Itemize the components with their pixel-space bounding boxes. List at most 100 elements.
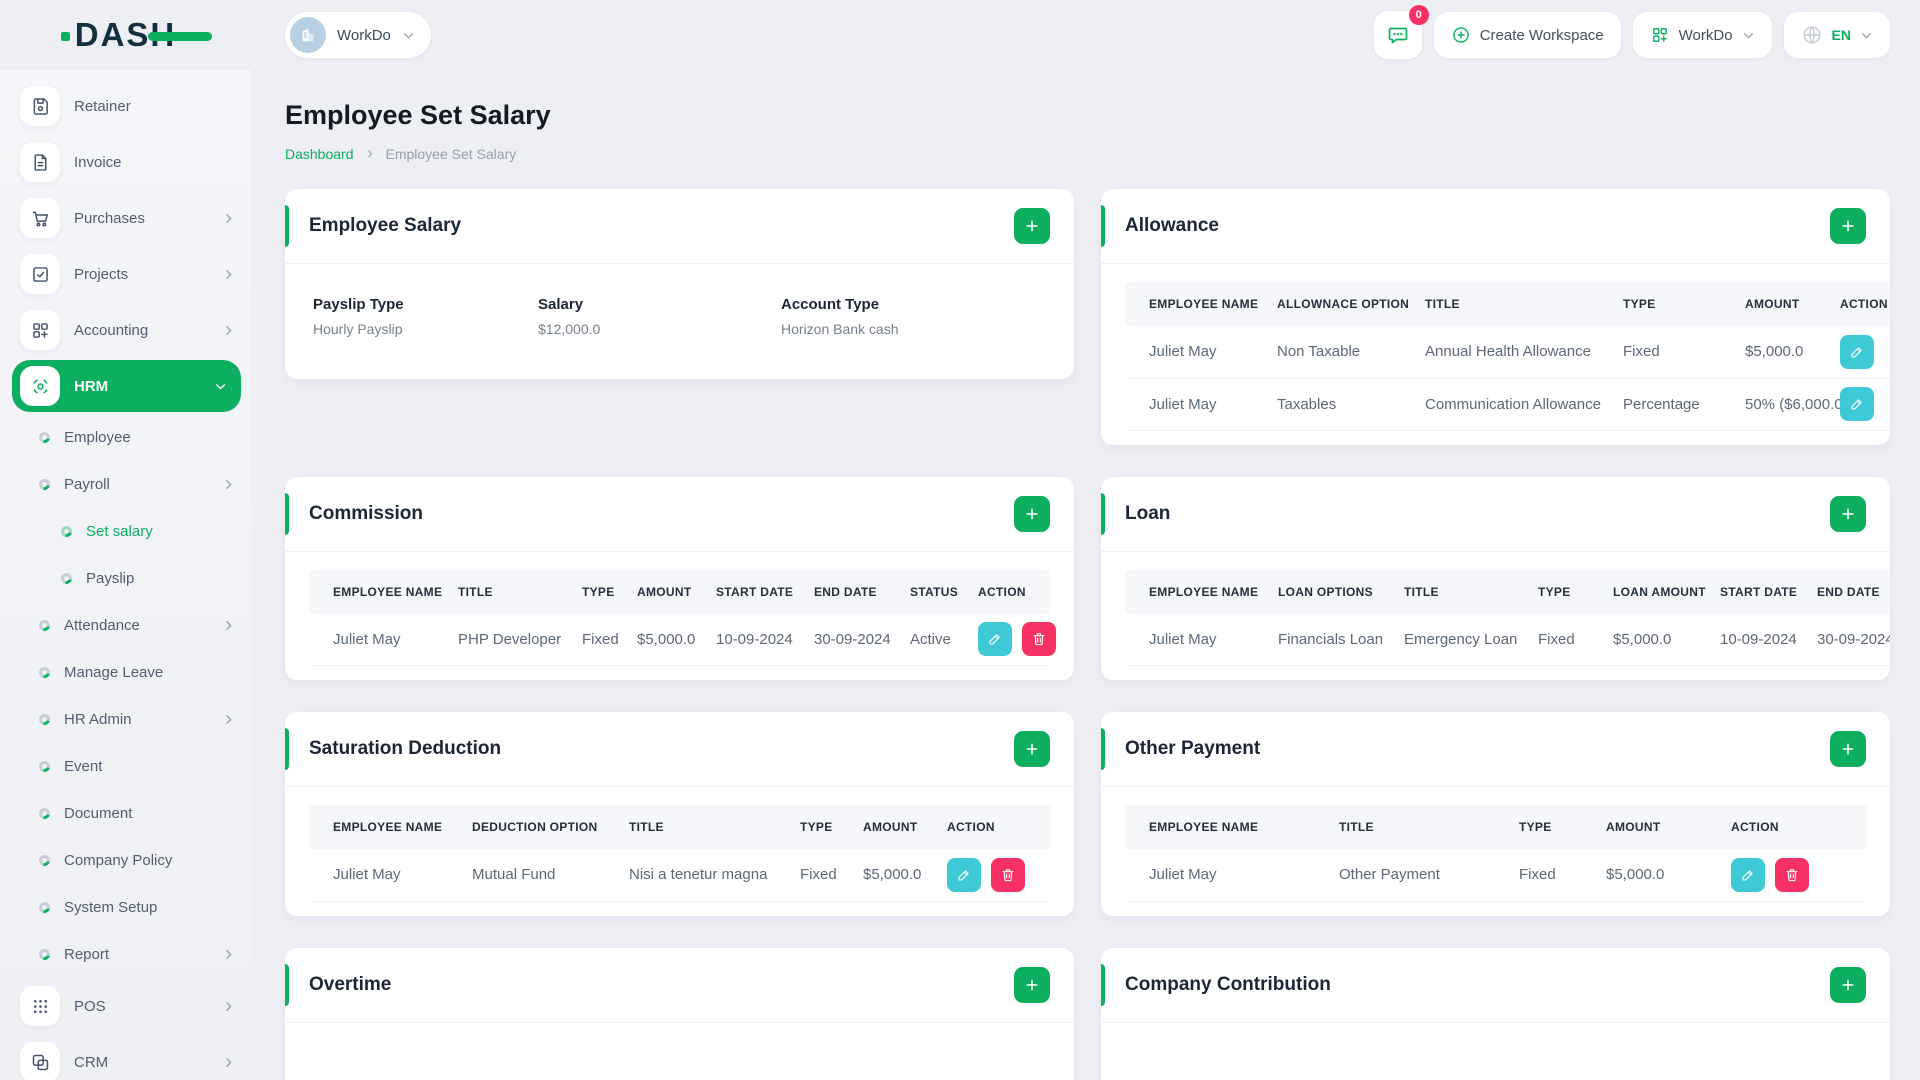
sidebar-item-event[interactable]: Event (0, 743, 251, 790)
bullet-icon (58, 523, 75, 540)
table-cell: Communication Allowance (1401, 378, 1601, 431)
add-loan-button[interactable] (1830, 495, 1866, 532)
workspace-selector[interactable]: WorkDo (285, 12, 431, 58)
add-overtime-button[interactable] (1014, 966, 1050, 1003)
workspace-avatar (290, 17, 326, 53)
plus-circle-icon (1451, 25, 1471, 45)
sidebar-item-label: System Setup (64, 899, 158, 916)
column-header: START DATE (692, 569, 793, 614)
workdo-menu-button[interactable]: WorkDo (1632, 12, 1772, 58)
add-commission-button[interactable] (1014, 495, 1050, 532)
table-row: Juliet May Non Taxable Annual Health Allow… (1125, 326, 1890, 379)
edit-icon (1851, 347, 1862, 358)
sidebar-item-employee[interactable]: Employee (0, 414, 251, 461)
sidebar-item-payroll[interactable]: Payroll (0, 461, 251, 508)
table-cell: Non Taxable (1253, 326, 1401, 379)
sidebar-item-attendance[interactable]: Attendance (0, 602, 251, 649)
globe-icon (1801, 24, 1823, 46)
chevron-down-icon (214, 380, 227, 393)
column-header: ALLOWNACE OPTION (1253, 282, 1409, 326)
bullet-icon (36, 852, 53, 869)
card-allowance: Allowance EMPLOYEE NAME ALLOWNACE OPTION T… (1101, 189, 1890, 445)
chevron-right-icon (222, 1000, 235, 1013)
sidebar-item-payslip[interactable]: Payslip (0, 555, 251, 602)
chevron-right-icon (222, 619, 235, 632)
delete-button[interactable] (991, 857, 1025, 892)
brand-logo[interactable]: DASH (0, 16, 251, 54)
grid-plus-icon (1650, 25, 1670, 45)
sidebar-item-retainer[interactable]: Retainer (0, 78, 251, 134)
edit-button[interactable] (1840, 334, 1874, 369)
add-other-payment-button[interactable] (1830, 731, 1866, 767)
card-title: Allowance (1125, 215, 1219, 236)
card-commission: Commission EMPLOYEE NAME TITLE TYPE AMOUNT S… (285, 476, 1074, 680)
sidebar-item-label: Attendance (64, 617, 140, 634)
breadcrumb-home-link[interactable]: Dashboard (285, 146, 354, 162)
add-saturation-deduction-button[interactable] (1014, 731, 1050, 767)
table-cell: Emergency Loan (1380, 613, 1517, 666)
chevron-down-icon (402, 29, 415, 42)
sidebar-item-label: POS (74, 997, 106, 1015)
language-code: EN (1831, 27, 1851, 43)
table-cell-actions (923, 849, 1050, 902)
plus-icon (1026, 508, 1038, 519)
messages-button[interactable]: 0 (1373, 5, 1429, 59)
card-title: Overtime (309, 973, 392, 995)
column-header: LOAN OPTIONS (1254, 569, 1380, 614)
sidebar-item-projects[interactable]: Projects (0, 246, 251, 302)
edit-button[interactable] (1840, 387, 1874, 421)
breadcrumb-current: Employee Set Salary (385, 146, 517, 162)
sidebar-item-label: Purchases (74, 209, 145, 227)
table-cell: Mutual Fund (448, 849, 605, 902)
projects-icon (20, 254, 60, 294)
sidebar-item-hr-admin[interactable]: HR Admin (0, 696, 251, 743)
other-payment-table: EMPLOYEE NAME TITLE TYPE AMOUNT ACTION Juliet… (1101, 787, 1890, 916)
create-workspace-button[interactable]: Create Workspace (1433, 12, 1621, 58)
field-value: $12,000.0 (538, 321, 601, 337)
sidebar-item-label: Event (64, 758, 103, 775)
add-allowance-button[interactable] (1830, 208, 1866, 244)
accounting-icon (20, 310, 60, 350)
add-company-contribution-button[interactable] (1830, 966, 1866, 1003)
table-cell: Annual Health Allowance (1401, 326, 1599, 379)
create-workspace-label: Create Workspace (1479, 26, 1604, 44)
invoice-icon (20, 142, 60, 182)
sidebar-item-pos[interactable]: POS (0, 978, 251, 1034)
delete-button[interactable] (1775, 857, 1809, 892)
sidebar-item-manage-leave[interactable]: Manage Leave (0, 649, 251, 696)
card-employee-salary: Employee Salary Payslip Type Hourly Paysl… (285, 189, 1074, 379)
sidebar-item-accounting[interactable]: Accounting (0, 302, 251, 358)
delete-icon (1033, 633, 1045, 646)
bullet-icon (36, 429, 53, 446)
edit-button[interactable] (947, 857, 981, 892)
edit-button[interactable] (1731, 857, 1765, 892)
column-header: TITLE (1401, 282, 1599, 326)
sidebar-item-company-policy[interactable]: Company Policy (0, 837, 251, 884)
column-header: AMOUNT (1721, 282, 1816, 326)
sidebar-item-label: CRM (74, 1053, 109, 1071)
sidebar-item-system-setup[interactable]: System Setup (0, 884, 251, 931)
delete-button[interactable] (1022, 622, 1056, 657)
sidebar-item-label: Employee (64, 429, 131, 446)
field-account-type: Account Type Horizon Bank cash (781, 296, 1050, 337)
language-selector[interactable]: EN (1783, 12, 1890, 58)
sidebar-item-purchases[interactable]: Purchases (0, 190, 251, 246)
plus-icon (1842, 743, 1854, 755)
sidebar-item-crm[interactable]: CRM (0, 1034, 251, 1080)
add-employee-salary-button[interactable] (1014, 208, 1050, 244)
column-header: STATUS (886, 569, 958, 614)
edit-button[interactable] (978, 622, 1012, 657)
card-saturation-deduction: Saturation Deduction EMPLOYEE NAME DEDUCT… (285, 712, 1074, 916)
column-header: EMPLOYEE NAME (1125, 282, 1258, 326)
table-row: Juliet May Taxables Communication Allowanc… (1125, 378, 1890, 431)
sidebar-item-set-salary[interactable]: Set salary (0, 508, 251, 555)
sidebar-item-report[interactable]: Report (0, 931, 251, 978)
sidebar-item-label: HR Admin (64, 711, 132, 728)
hrm-icon (20, 366, 60, 406)
sidebar-item-invoice[interactable]: Invoice (0, 134, 251, 190)
sidebar-item-hrm[interactable]: HRM (12, 360, 241, 412)
field-label: Salary (538, 296, 584, 313)
sidebar-item-document[interactable]: Document (0, 790, 251, 837)
column-header: EMPLOYEE NAME (309, 805, 448, 849)
card-overtime: Overtime (285, 947, 1074, 1080)
